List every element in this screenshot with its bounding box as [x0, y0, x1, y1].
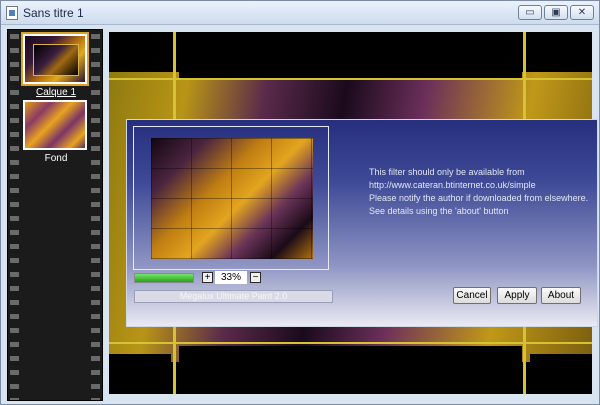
info-line: Please notify the author if downloaded f… — [369, 193, 589, 203]
canvas-corner-tl — [109, 32, 171, 72]
filter-info-text: This filter should only be available fro… — [369, 166, 599, 218]
application-window: Sans titre 1 ▭ ▣ ✕ Calque 1 Fond + 33% −… — [0, 0, 600, 405]
info-line: See details using the 'about' button — [369, 206, 509, 216]
close-button[interactable]: ✕ — [570, 5, 594, 20]
zoom-in-button[interactable]: + — [202, 272, 213, 283]
canvas-corner-bl — [109, 354, 171, 394]
filter-preview-frame — [133, 126, 329, 270]
canvas-corner-br — [530, 354, 592, 394]
layer-thumbnail-fond[interactable] — [23, 100, 87, 150]
cancel-button[interactable]: Cancel — [453, 287, 491, 304]
film-strip-left — [10, 30, 19, 400]
zoom-level: 33% — [215, 271, 247, 284]
zoom-out-button[interactable]: − — [250, 272, 261, 283]
canvas-top-band — [179, 32, 522, 80]
title-bar[interactable]: Sans titre 1 ▭ ▣ ✕ — [1, 1, 599, 25]
window-title: Sans titre 1 — [23, 6, 84, 20]
canvas-line-bottom — [109, 342, 592, 344]
canvas-line-top — [109, 78, 592, 80]
apply-button[interactable]: Apply — [497, 287, 537, 304]
layer-label-fond[interactable]: Fond — [18, 153, 94, 164]
layer-thumbnail-calque-1[interactable] — [21, 32, 89, 86]
maximize-button[interactable]: ▣ — [544, 5, 568, 20]
preview-grid — [151, 138, 313, 259]
layer-label-calque-1[interactable]: Calque 1 — [18, 87, 94, 98]
filter-preview-image[interactable] — [151, 138, 313, 259]
canvas-bottom-band — [179, 346, 522, 394]
progress-bar — [134, 273, 194, 283]
canvas-corner-tr — [530, 32, 592, 72]
status-bar: Megalux Ultimate Paint 2.0 — [134, 290, 333, 303]
layers-panel: Calque 1 Fond — [7, 29, 103, 401]
about-button[interactable]: About — [541, 287, 581, 304]
info-line: This filter should only be available fro… — [369, 167, 525, 177]
info-line: http://www.cateran.btinternet.co.uk/simp… — [369, 180, 536, 190]
filter-dialog: + 33% − Megalux Ultimate Paint 2.0 This … — [126, 119, 598, 327]
minimize-button[interactable]: ▭ — [518, 5, 542, 20]
document-icon — [6, 6, 18, 20]
progress-fill — [135, 274, 193, 282]
film-strip-right — [91, 30, 100, 400]
